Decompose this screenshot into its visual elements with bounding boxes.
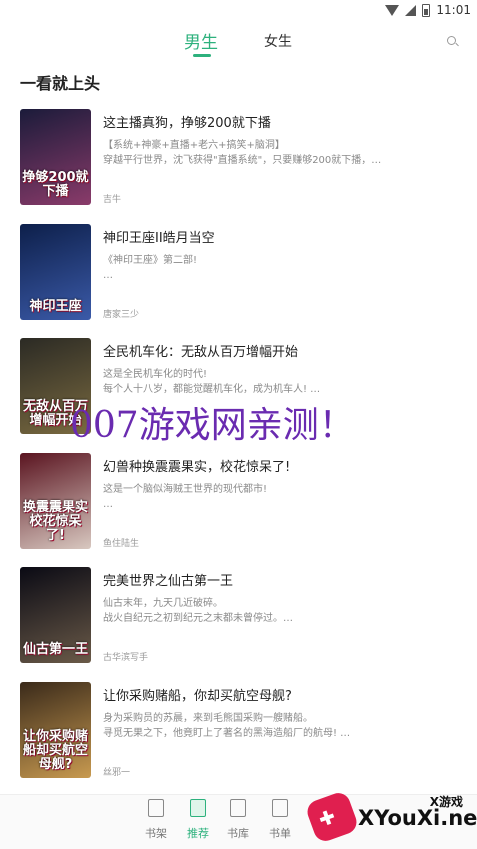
description-line: … [103,498,113,510]
book-author: 鱼住陆生 [103,538,140,549]
book-item[interactable]: 让你采购赌船却买航空母舰? 让你采购赌船，你却买航空母舰? 身为采购员的苏晨，来到毛… [20,682,457,782]
book-cover[interactable]: 仙古第一王 [20,567,91,664]
site-logo: X游戏 XYouXi.net [300,789,477,848]
description-line: 《神印王座》第二部! [103,254,198,266]
booklist-icon [272,799,288,817]
book-item[interactable]: 仙古第一王 完美世界之仙古第一王 仙古末年，九天几近破碎。 战火自纪元之初到纪元之末都… [20,567,457,667]
book-info: 让你采购赌船，你却买航空母舰? 身为采购员的苏晨，来到毛熊国采购一艘赌船。寻觅无果… [103,682,457,778]
book-author: 丝邪一 [103,768,131,778]
cover-title-text: 换震震果实 校花惊呆了! [22,499,88,543]
book-info: 幻兽种换震震果实，校花惊呆了! 这是一个脑似海贼王世界的现代都市! … 鱼住陆生 [103,453,457,549]
description-line: 战火自纪元之初到纪元之末都未曾停过。… [103,613,293,625]
nav-label: 书架 [145,827,167,840]
nav-label: 书单 [269,827,291,840]
book-item[interactable]: 神印王座 神印王座II皓月当空《神印王座》第二部! … 唐家三少 [20,223,457,324]
bookshelf-icon [148,799,164,817]
gamepad-icon [304,789,360,845]
description-line: 这是全民机车化的时代! [103,369,208,381]
book-info: 这主播真狗，挣够200就下播【系统+神豪+直播+老六+搞笑+脑洞】穿越平行世界，… [103,109,457,205]
description-line: 这是一个脑似海贼王世界的现代都市! [103,483,268,495]
nav-label: 推荐 [187,827,209,840]
book-info: 完美世界之仙古第一王仙古末年，九天几近破碎。战火自纪元之初到纪元之末都未曾停过。… [103,567,457,663]
book-author: 古华滨写手 [103,653,149,664]
library-icon [230,799,246,817]
gender-tabs: 男生 女生 [0,28,477,62]
book-cover[interactable]: 让你采购赌船却买航空母舰? [20,682,91,778]
nav-item-library[interactable]: 书库 [220,799,256,841]
cover-title-text: 仙古第一王 [22,642,88,658]
status-icons: 11:01 [385,3,471,17]
book-item[interactable]: 换震震果实 校花惊呆了! 幻兽种换震震果实，校花惊呆了! 这是一个脑似海贼王世界的现… [20,452,457,553]
description-line: 穿越平行世界，沈飞获得"直播系统"，只要赚够200就下播，… [103,155,382,166]
book-description: 这是一个脑似海贼王世界的现代都市! … [103,482,457,527]
battery-icon [422,3,431,17]
description-line: 【系统+神豪+直播+老六+搞笑+脑洞】 [103,140,285,151]
description-line: 仙古末年，九天几近破碎。 [103,598,223,610]
section-title: 一看就上头 [20,74,101,93]
nav-item-recommend[interactable]: 推荐 [180,799,216,841]
nav-item-booklist[interactable]: 书单 [262,799,298,841]
book-title[interactable]: 神印王座II皓月当空 [103,227,457,246]
book-description: 《神印王座》第二部! … [103,253,457,298]
recommend-icon [190,799,206,817]
book-author: 吉牛 [103,195,122,205]
nav-item-bookshelf[interactable]: 书架 [138,799,174,841]
tab-male[interactable]: 男生 [184,28,218,53]
nav-label: 书库 [227,827,249,840]
watermark-text: 007游戏网亲测！ [70,405,355,446]
logo-main-text: XYouXi.net [358,806,477,830]
book-item[interactable]: 挣够200就下播 这主播真狗，挣够200就下播 【系统+神豪+直播+老六+搞笑+脑洞… [20,109,457,209]
cover-title-text: 让你采购赌船却买航空母舰? [22,729,88,772]
book-cover[interactable]: 换震震果实 校花惊呆了! [20,452,91,549]
book-cover[interactable]: 挣够200就下播 [20,109,91,205]
book-title[interactable]: 幻兽种换震震果实，校花惊呆了! [103,456,457,475]
status-time: 11:01 [436,3,471,17]
book-title[interactable]: 全民机车化：无敌从百万增幅开始 [103,341,457,360]
book-info: 神印王座II皓月当空《神印王座》第二部! … 唐家三少 [103,224,457,320]
signal-icon [405,4,417,16]
cover-title-text: 挣够200就下播 [22,170,89,199]
tab-female[interactable]: 女生 [264,31,292,51]
cover-title-text: 神印王座 [29,298,82,314]
search-icon[interactable] [447,36,459,48]
book-cover[interactable]: 神印王座 [20,223,91,320]
active-tab-indicator [193,54,211,57]
description-line: 每个人十八岁，都能觉醒机车化，成为机车人! … [103,384,321,396]
book-description: 【系统+神豪+直播+老六+搞笑+脑洞】穿越平行世界，沈飞获得"直播系统"，只要赚… [103,138,457,183]
status-bar: 11:01 [0,0,477,20]
book-title[interactable]: 让你采购赌船，你却买航空母舰? [103,685,457,704]
description-line: 身为采购员的苏晨，来到毛熊国采购一艘赌船。 [103,713,313,724]
book-title[interactable]: 这主播真狗，挣够200就下播 [103,112,457,131]
book-author: 唐家三少 [103,309,140,320]
description-line: … [103,269,113,281]
book-title[interactable]: 完美世界之仙古第一王 [103,570,457,589]
book-description: 仙古末年，九天几近破碎。战火自纪元之初到纪元之末都未曾停过。… [103,596,457,641]
wifi-icon [385,4,400,16]
description-line: 寻觅无果之下，他竟盯上了著名的黑海造船厂的航母! … [103,728,351,739]
book-description: 身为采购员的苏晨，来到毛熊国采购一艘赌船。寻觅无果之下，他竟盯上了著名的黑海造船… [103,711,457,756]
